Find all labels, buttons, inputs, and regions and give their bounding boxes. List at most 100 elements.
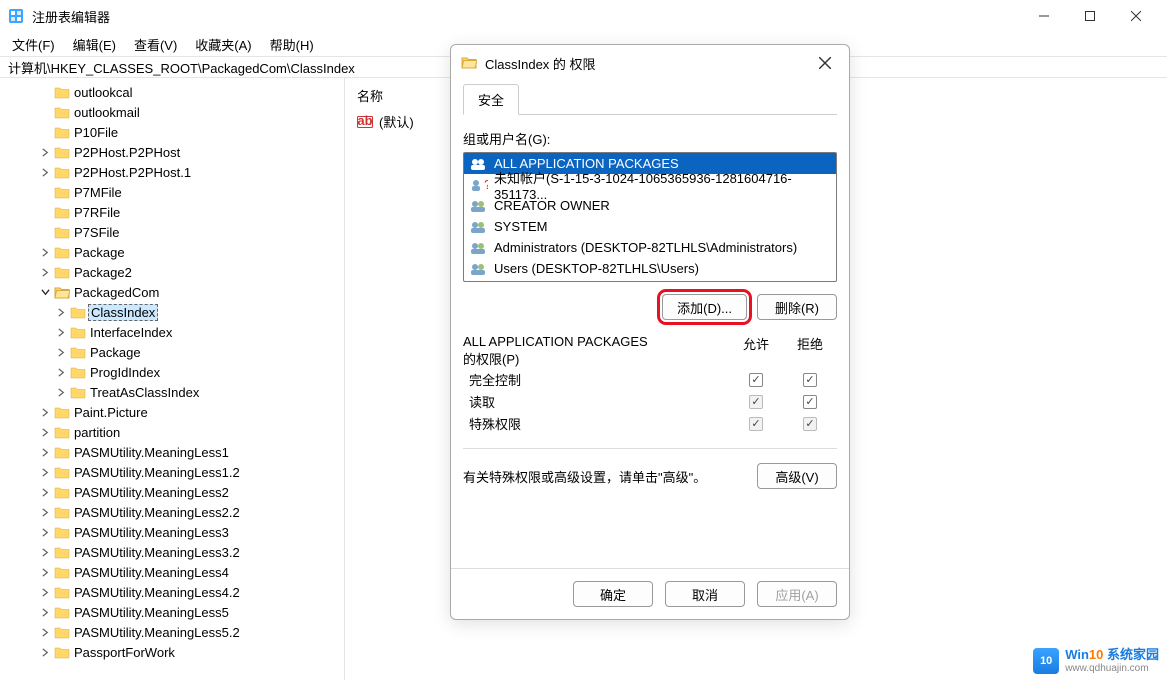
dialog-titlebar[interactable]: ClassIndex 的 权限: [451, 45, 849, 81]
chevron-right-icon[interactable]: [54, 325, 68, 339]
watermark-logo: 10: [1033, 648, 1059, 674]
chevron-right-icon[interactable]: [38, 545, 52, 559]
tree-item[interactable]: PASMUtility.MeaningLess3: [0, 522, 344, 542]
folder-icon: [70, 385, 86, 399]
user-list-item[interactable]: Users (DESKTOP-82TLHLS\Users): [464, 258, 836, 279]
tree-item[interactable]: partition: [0, 422, 344, 442]
chevron-right-icon[interactable]: [38, 585, 52, 599]
chevron-down-icon[interactable]: [38, 285, 52, 299]
tree-item[interactable]: PackagedCom: [0, 282, 344, 302]
apply-button[interactable]: 应用(A): [757, 581, 837, 607]
tree-item[interactable]: PASMUtility.MeaningLess4: [0, 562, 344, 582]
tree-item[interactable]: PASMUtility.MeaningLess4.2: [0, 582, 344, 602]
folder-icon: [54, 525, 70, 539]
tree-item[interactable]: P7MFile: [0, 182, 344, 202]
ok-button[interactable]: 确定: [573, 581, 653, 607]
folder-icon: [54, 405, 70, 419]
chevron-right-icon[interactable]: [38, 245, 52, 259]
tree-item-label: PASMUtility.MeaningLess1: [74, 445, 229, 460]
tree-item[interactable]: PASMUtility.MeaningLess1.2: [0, 462, 344, 482]
chevron-right-icon[interactable]: [38, 265, 52, 279]
watermark-url: www.qdhuajin.com: [1065, 663, 1159, 674]
tree-item[interactable]: ProgIdIndex: [0, 362, 344, 382]
checkbox[interactable]: [803, 395, 817, 409]
dialog-close-button[interactable]: [811, 49, 839, 77]
tree-item[interactable]: PASMUtility.MeaningLess5.2: [0, 622, 344, 642]
user-list-item[interactable]: SYSTEM: [464, 216, 836, 237]
tree-item-label: Package: [74, 245, 125, 260]
chevron-right-icon[interactable]: [38, 165, 52, 179]
chevron-right-icon[interactable]: [38, 405, 52, 419]
tree-item[interactable]: PASMUtility.MeaningLess3.2: [0, 542, 344, 562]
tree-item[interactable]: TreatAsClassIndex: [0, 382, 344, 402]
tree-item-label: P7MFile: [74, 185, 122, 200]
tree-item[interactable]: Package: [0, 342, 344, 362]
folder-icon: [54, 145, 70, 159]
menu-help[interactable]: 帮助(H): [262, 33, 322, 56]
user-list-item[interactable]: ?未知帐户(S-1-15-3-1024-1065365936-128160471…: [464, 174, 836, 195]
chevron-right-icon[interactable]: [54, 305, 68, 319]
tree-item[interactable]: P7SFile: [0, 222, 344, 242]
chevron-right-icon[interactable]: [38, 465, 52, 479]
tree-item[interactable]: P2PHost.P2PHost.1: [0, 162, 344, 182]
permission-name: 特殊权限: [463, 414, 729, 433]
window-minimize-button[interactable]: [1021, 0, 1067, 32]
folder-icon: [54, 285, 70, 299]
menu-view[interactable]: 查看(V): [126, 33, 185, 56]
tree-item[interactable]: Package: [0, 242, 344, 262]
menu-edit[interactable]: 编辑(E): [65, 33, 124, 56]
folder-icon: [70, 365, 86, 379]
tree-item[interactable]: P7RFile: [0, 202, 344, 222]
tree-item[interactable]: Package2: [0, 262, 344, 282]
chevron-right-icon[interactable]: [54, 385, 68, 399]
users-listbox[interactable]: ALL APPLICATION PACKAGES?未知帐户(S-1-15-3-1…: [463, 152, 837, 282]
tree-item[interactable]: P2PHost.P2PHost: [0, 142, 344, 162]
advanced-button[interactable]: 高级(V): [757, 463, 837, 489]
chevron-right-icon[interactable]: [54, 365, 68, 379]
chevron-right-icon[interactable]: [38, 505, 52, 519]
chevron-right-icon[interactable]: [38, 645, 52, 659]
tree-item-label: ProgIdIndex: [90, 365, 160, 380]
tree-item[interactable]: ClassIndex: [0, 302, 344, 322]
user-list-label: SYSTEM: [494, 219, 547, 234]
cancel-button[interactable]: 取消: [665, 581, 745, 607]
tree-item[interactable]: PASMUtility.MeaningLess2: [0, 482, 344, 502]
tree-item[interactable]: InterfaceIndex: [0, 322, 344, 342]
chevron-right-icon[interactable]: [38, 485, 52, 499]
chevron-right-icon[interactable]: [38, 445, 52, 459]
window-close-button[interactable]: [1113, 0, 1159, 32]
add-button[interactable]: 添加(D)...: [662, 294, 747, 320]
menu-file[interactable]: 文件(F): [4, 33, 63, 56]
unknown-user-icon: ?: [470, 178, 488, 192]
registry-tree[interactable]: outlookcaloutlookmailP10FileP2PHost.P2PH…: [0, 78, 345, 680]
tree-item[interactable]: PassportForWork: [0, 642, 344, 662]
chevron-right-icon[interactable]: [38, 605, 52, 619]
permissions-dialog: ClassIndex 的 权限 安全 组或用户名(G): ALL APPLICA…: [450, 44, 850, 620]
tree-item[interactable]: outlookcal: [0, 82, 344, 102]
chevron-right-icon[interactable]: [38, 625, 52, 639]
tree-item[interactable]: outlookmail: [0, 102, 344, 122]
chevron-right-icon[interactable]: [38, 425, 52, 439]
menu-favorites[interactable]: 收藏夹(A): [187, 33, 259, 56]
folder-icon: [54, 485, 70, 499]
tree-item[interactable]: Paint.Picture: [0, 402, 344, 422]
tree-item-label: PASMUtility.MeaningLess1.2: [74, 465, 240, 480]
tree-item-label: PASMUtility.MeaningLess5: [74, 605, 229, 620]
chevron-right-icon[interactable]: [38, 145, 52, 159]
tab-security[interactable]: 安全: [463, 84, 519, 115]
checkbox[interactable]: [749, 373, 763, 387]
chevron-right-icon[interactable]: [38, 565, 52, 579]
checkbox[interactable]: [803, 373, 817, 387]
chevron-right-icon[interactable]: [54, 345, 68, 359]
window-maximize-button[interactable]: [1067, 0, 1113, 32]
remove-button[interactable]: 删除(R): [757, 294, 837, 320]
tree-item[interactable]: PASMUtility.MeaningLess2.2: [0, 502, 344, 522]
chevron-right-icon[interactable]: [38, 525, 52, 539]
folder-icon: [54, 245, 70, 259]
user-list-item[interactable]: Administrators (DESKTOP-82TLHLS\Administ…: [464, 237, 836, 258]
string-value-icon: ab: [357, 114, 373, 130]
tree-item[interactable]: PASMUtility.MeaningLess1: [0, 442, 344, 462]
group-users-label: 组或用户名(G):: [463, 129, 837, 148]
tree-item[interactable]: P10File: [0, 122, 344, 142]
tree-item[interactable]: PASMUtility.MeaningLess5: [0, 602, 344, 622]
